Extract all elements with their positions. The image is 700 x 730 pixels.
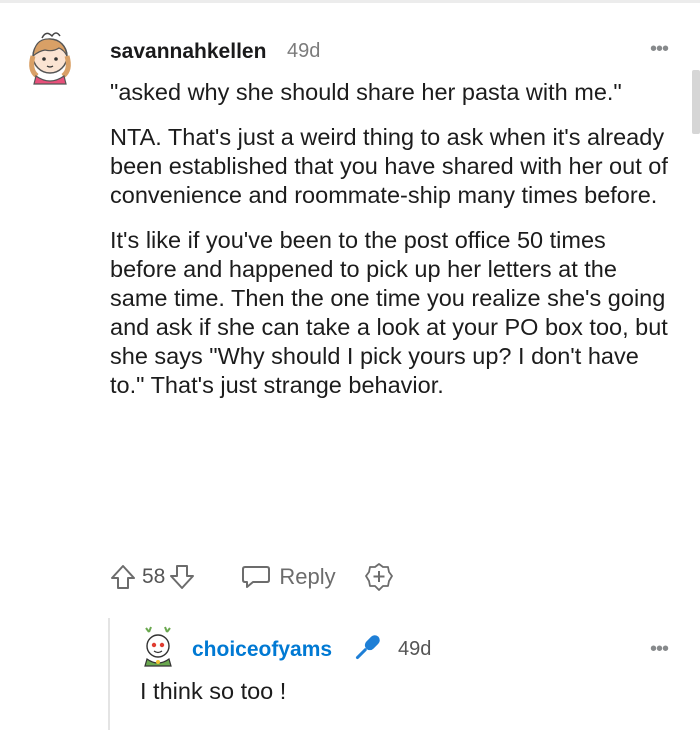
- reply-more-options-icon[interactable]: •••: [650, 639, 669, 659]
- comment-actions-bar: 58 Reply: [110, 560, 394, 594]
- vote-score: 58: [142, 565, 166, 588]
- reply-button[interactable]: Reply: [241, 563, 336, 591]
- downvote-icon[interactable]: [169, 563, 195, 591]
- reply-icon: [241, 563, 271, 591]
- reply-timestamp: 49d: [398, 638, 432, 660]
- award-icon[interactable]: [364, 562, 394, 592]
- thread-line[interactable]: [108, 618, 110, 730]
- upvote-icon[interactable]: [110, 563, 136, 591]
- comment-body: "asked why she should share her pasta wi…: [110, 78, 670, 416]
- scrollbar-thumb[interactable]: [692, 70, 700, 134]
- comment-timestamp: 49d: [287, 40, 321, 62]
- reply-body: I think so too !: [140, 678, 287, 704]
- reply-avatar[interactable]: [137, 626, 181, 670]
- reply-label: Reply: [279, 564, 336, 589]
- comment-paragraph: "asked why she should share her pasta wi…: [110, 79, 622, 105]
- microphone-icon: [349, 630, 385, 671]
- top-divider: [0, 0, 700, 3]
- comment-paragraph: NTA. That's just a weird thing to ask wh…: [110, 124, 668, 208]
- commenter-avatar[interactable]: [20, 26, 82, 88]
- reply-username[interactable]: choiceofyams: [192, 638, 332, 662]
- comment-username[interactable]: savannahkellen: [110, 40, 266, 64]
- more-options-icon[interactable]: •••: [650, 39, 669, 59]
- comment-paragraph: It's like if you've been to the post off…: [110, 227, 668, 398]
